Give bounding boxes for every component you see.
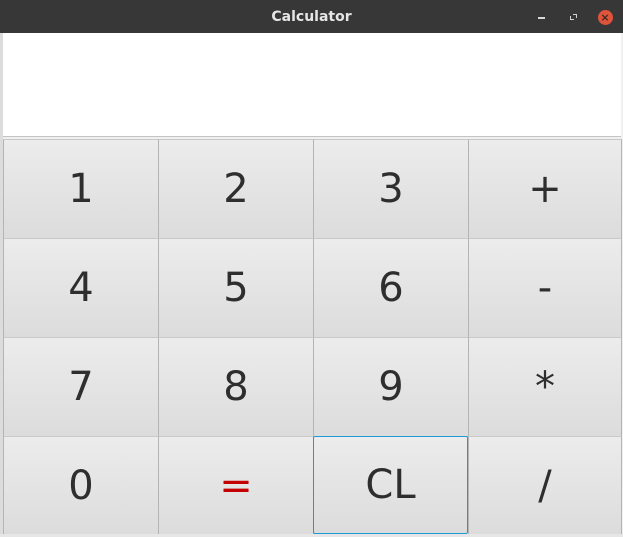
key-4[interactable]: 4 <box>3 238 159 338</box>
key-clear[interactable]: CL <box>313 436 468 534</box>
key-9[interactable]: 9 <box>313 337 469 437</box>
key-6[interactable]: 6 <box>313 238 469 338</box>
close-button[interactable]: × <box>597 9 613 25</box>
key-divide[interactable]: / <box>468 436 622 535</box>
restore-icon <box>570 14 577 20</box>
close-icon: × <box>597 9 613 25</box>
key-plus[interactable]: + <box>468 139 622 239</box>
title-bar[interactable]: Calculator × <box>0 0 623 33</box>
key-equals[interactable]: = <box>158 436 314 535</box>
minimize-icon <box>537 16 545 19</box>
key-multiply[interactable]: * <box>468 337 622 437</box>
calculator-display <box>3 33 621 137</box>
key-8[interactable]: 8 <box>158 337 314 437</box>
key-minus[interactable]: - <box>468 238 622 338</box>
restore-button[interactable] <box>565 9 581 25</box>
key-0[interactable]: 0 <box>3 436 159 535</box>
key-5[interactable]: 5 <box>158 238 314 338</box>
key-1[interactable]: 1 <box>3 139 159 239</box>
window-title: Calculator <box>271 9 352 25</box>
keypad: 1 2 3 + 4 5 6 - 7 8 9 * 0 = CL / <box>3 139 622 535</box>
key-7[interactable]: 7 <box>3 337 159 437</box>
calculator-window: Calculator × 1 2 3 + 4 5 6 - 7 8 9 * 0 =… <box>0 0 623 537</box>
key-3[interactable]: 3 <box>313 139 469 239</box>
minimize-button[interactable] <box>533 9 549 25</box>
key-2[interactable]: 2 <box>158 139 314 239</box>
